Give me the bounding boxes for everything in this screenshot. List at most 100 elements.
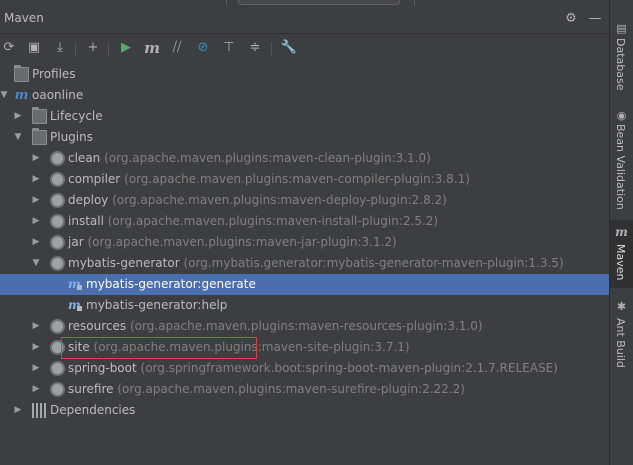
maven-project-icon: m: [14, 88, 29, 103]
expand-arrow-icon[interactable]: ▶: [31, 316, 41, 337]
collapse-arrow-icon[interactable]: ▼: [31, 253, 41, 274]
tree-node-label: Dependencies: [50, 403, 136, 417]
expand-arrow-icon[interactable]: ▶: [31, 379, 41, 400]
expand-arrow-icon[interactable]: ▶: [31, 148, 41, 169]
tree-node-dependencies[interactable]: ▶ Dependencies: [0, 400, 609, 421]
skip-tests-icon[interactable]: ⊘: [194, 39, 212, 57]
expand-arrow-icon[interactable]: ▶: [31, 169, 41, 190]
minimize-icon[interactable]: —: [587, 11, 603, 27]
expand-arrow-icon[interactable]: ▶: [31, 211, 41, 232]
plugin-coordinates: (org.apache.maven.plugins:maven-jar-plug…: [87, 235, 397, 249]
plugin-gear-icon: [50, 172, 65, 187]
plugin-name: mybatis-generator: [68, 256, 180, 270]
toolbar-separator: [108, 42, 109, 56]
tree-node-plugin[interactable]: ▶ surefire (org.apache.maven.plugins:mav…: [0, 379, 609, 400]
plugin-coordinates: (org.apache.maven.plugins:maven-resource…: [129, 319, 483, 333]
sidebar-tab-label: Maven: [614, 244, 627, 281]
maven-goal-icon: m: [68, 277, 83, 292]
plugin-gear-icon: [50, 151, 65, 166]
plugin-gear-icon: [50, 319, 65, 334]
tree-node-plugin[interactable]: ▶ install (org.apache.maven.plugins:mave…: [0, 211, 609, 232]
plugin-row-text: compiler (org.apache.maven.plugins:maven…: [68, 169, 470, 190]
right-tool-sidebar: ▤ Database ◉ Bean Validation m Maven ✱ A…: [609, 0, 633, 465]
plugin-name: surefire: [68, 382, 114, 396]
plugin-name: resources: [68, 319, 127, 333]
sidebar-tab-maven[interactable]: m Maven: [610, 220, 633, 288]
plugin-gear-icon: [50, 214, 65, 229]
generate-sources-icon[interactable]: ▣: [25, 39, 43, 57]
plugin-row-text: mybatis-generator (org.mybatis.generator…: [68, 253, 564, 274]
database-icon: ▤: [616, 22, 627, 35]
plugin-gear-icon: [50, 256, 65, 271]
tree-node-plugin[interactable]: ▶ jar (org.apache.maven.plugins:maven-ja…: [0, 232, 609, 253]
tree-node-plugin[interactable]: ▶ spring-boot (org.springframework.boot:…: [0, 358, 609, 379]
collapse-all-icon[interactable]: ≑: [246, 39, 264, 57]
tree-node-plugins[interactable]: ▼ Plugins: [0, 127, 609, 148]
plugin-name: jar: [68, 235, 84, 249]
expand-arrow-icon[interactable]: ▶: [31, 232, 41, 253]
gear-icon[interactable]: ⚙: [563, 11, 579, 27]
tree-node-plugin[interactable]: ▶ deploy (org.apache.maven.plugins:maven…: [0, 190, 609, 211]
sidebar-tab-database[interactable]: ▤ Database: [610, 20, 633, 120]
reimport-icon[interactable]: ⟳: [0, 39, 18, 57]
plugin-gear-icon: [50, 361, 65, 376]
maven-goal-icon: m: [68, 298, 83, 313]
goal-label: mybatis-generator:help: [86, 298, 228, 312]
plugin-name: compiler: [68, 172, 121, 186]
tree-node-label: Profiles: [32, 67, 76, 81]
plugin-row-text: surefire (org.apache.maven.plugins:maven…: [68, 379, 465, 400]
plugin-gear-icon: [50, 235, 65, 250]
tree-node-plugin[interactable]: ▶ clean (org.apache.maven.plugins:maven-…: [0, 148, 609, 169]
show-dependencies-icon[interactable]: ⊤: [220, 39, 238, 57]
plugin-row-text: deploy (org.apache.maven.plugins:maven-d…: [68, 190, 447, 211]
plugin-row-text: install (org.apache.maven.plugins:maven-…: [68, 211, 438, 232]
plugin-row-text: clean (org.apache.maven.plugins:maven-cl…: [68, 148, 431, 169]
selected-goal-highlight-box: [61, 337, 257, 359]
expand-arrow-icon[interactable]: ▶: [13, 106, 23, 127]
tree-node-lifecycle[interactable]: ▶ Lifecycle: [0, 106, 609, 127]
settings-wrench-icon[interactable]: 🔧: [280, 39, 298, 57]
collapse-arrow-icon[interactable]: ▼: [13, 127, 23, 148]
plugin-name: install: [68, 214, 104, 228]
plugin-coordinates: (org.apache.maven.plugins:maven-clean-pl…: [104, 151, 431, 165]
run-icon[interactable]: ▶: [117, 39, 135, 57]
plugin-row-text: spring-boot (org.springframework.boot:sp…: [68, 358, 558, 379]
bean-validation-icon: ◉: [616, 109, 627, 122]
plugin-gear-icon: [50, 382, 65, 397]
toggle-offline-icon[interactable]: ⧸⧸: [168, 39, 186, 57]
sidebar-tab-bean-validation[interactable]: ◉ Bean Validation: [610, 106, 633, 212]
plugins-folder-icon: [32, 128, 47, 145]
collapse-arrow-icon[interactable]: ▼: [0, 85, 9, 106]
expand-arrow-icon[interactable]: ▶: [31, 190, 41, 211]
execute-goal-icon[interactable]: m: [143, 39, 161, 57]
tool-window-header: Maven ⚙ —: [0, 5, 609, 34]
tree-node-goal[interactable]: m mybatis-generator:help: [0, 295, 609, 316]
plugin-name: clean: [68, 151, 101, 165]
tree-node-plugin[interactable]: ▶ resources (org.apache.maven.plugins:ma…: [0, 316, 609, 337]
plugin-row-text: jar (org.apache.maven.plugins:maven-jar-…: [68, 232, 397, 253]
toolbar-separator: [75, 42, 76, 56]
plugin-coordinates: (org.apache.maven.plugins:maven-deploy-p…: [112, 193, 447, 207]
tree-node-goal[interactable]: m mybatis-generator:generate: [0, 274, 609, 295]
add-maven-project-icon[interactable]: +: [84, 39, 102, 57]
sidebar-tab-label: Ant Build: [614, 318, 627, 368]
plugin-coordinates: (org.mybatis.generator:mybatis-generator…: [183, 256, 564, 270]
expand-arrow-icon[interactable]: ▶: [31, 358, 41, 379]
expand-arrow-icon[interactable]: ▶: [13, 400, 23, 421]
maven-icon: m: [615, 225, 628, 239]
plugin-gear-icon: [50, 193, 65, 208]
plugin-row-text: resources (org.apache.maven.plugins:mave…: [68, 316, 483, 337]
sidebar-tab-label: Database: [614, 38, 627, 91]
tree-node-profiles[interactable]: ▶ Profiles: [0, 64, 609, 85]
tree-node-project[interactable]: ▼ m oaonline: [0, 85, 609, 106]
plugin-name: spring-boot: [68, 361, 137, 375]
tree-node-label: Plugins: [50, 130, 93, 144]
download-icon[interactable]: ⤓: [51, 39, 69, 57]
expand-arrow-icon[interactable]: ▶: [31, 337, 41, 358]
sidebar-tab-ant-build[interactable]: ✱ Ant Build: [610, 296, 633, 376]
tree-node-plugin[interactable]: ▼ mybatis-generator (org.mybatis.generat…: [0, 253, 609, 274]
ant-icon: ✱: [616, 300, 627, 313]
tree-node-label: Lifecycle: [50, 109, 103, 123]
tree-node-plugin[interactable]: ▶ compiler (org.apache.maven.plugins:mav…: [0, 169, 609, 190]
tree-node-label: oaonline: [32, 88, 84, 102]
